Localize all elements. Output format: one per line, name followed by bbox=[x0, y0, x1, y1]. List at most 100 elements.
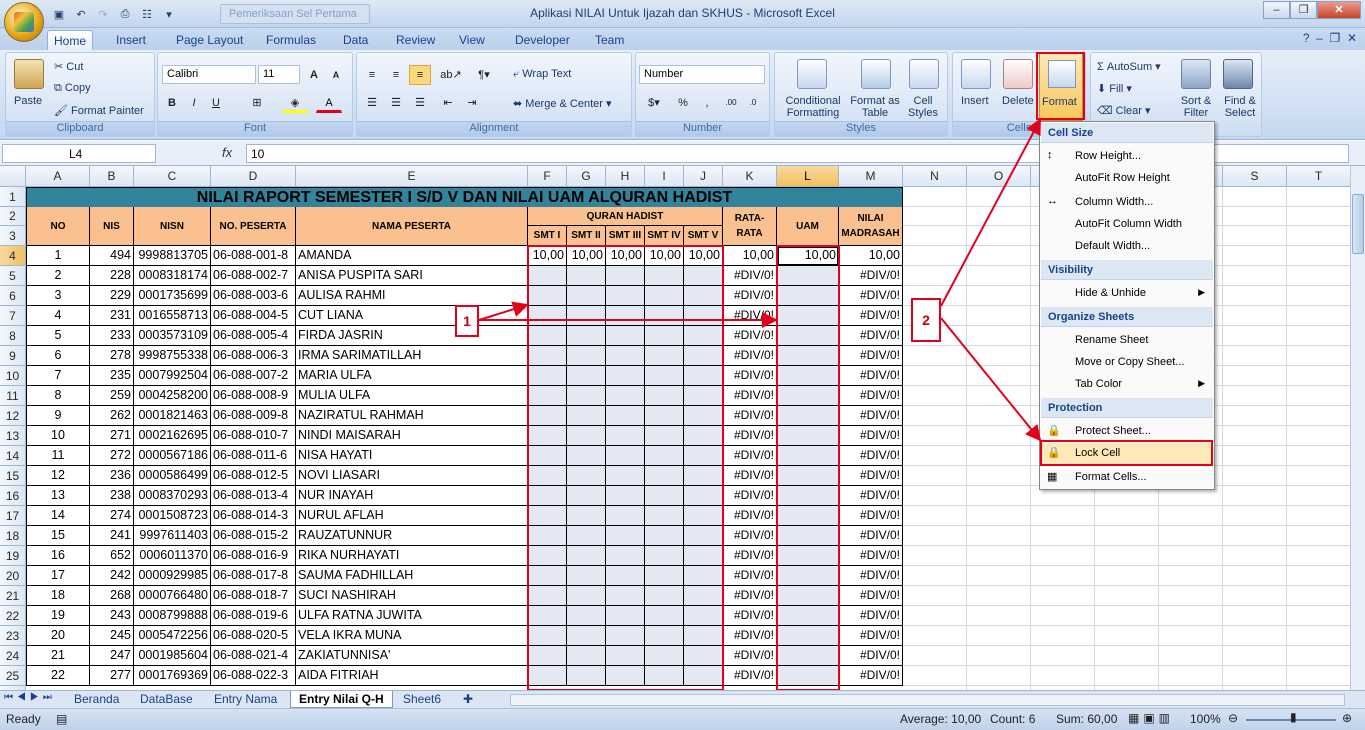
table-cell[interactable]: RAUZATUNNUR bbox=[296, 526, 528, 546]
table-cell[interactable]: VELA IKRA MUNA bbox=[296, 626, 528, 646]
table-cell[interactable] bbox=[528, 306, 567, 326]
table-cell[interactable] bbox=[684, 646, 723, 666]
table-cell[interactable]: 19 bbox=[26, 606, 90, 626]
tab-review[interactable]: Review bbox=[390, 30, 441, 50]
grid-cell[interactable] bbox=[1223, 266, 1287, 286]
table-cell[interactable] bbox=[684, 606, 723, 626]
tab-team[interactable]: Team bbox=[589, 30, 630, 50]
grid-cell[interactable] bbox=[1223, 546, 1287, 566]
scroll-thumb[interactable] bbox=[1352, 194, 1364, 254]
grid-cell[interactable] bbox=[967, 207, 1031, 226]
decrease-decimal-icon[interactable]: .0 bbox=[742, 93, 764, 113]
grid-cell[interactable] bbox=[1287, 506, 1350, 526]
table-cell[interactable]: 0000567186 bbox=[134, 446, 211, 466]
table-cell[interactable]: 06-088-003-6 bbox=[211, 286, 296, 306]
table-cell[interactable]: #DIV/0! bbox=[723, 526, 777, 546]
table-cell[interactable]: #DIV/0! bbox=[723, 406, 777, 426]
copy-button[interactable]: ⧉ Copy bbox=[54, 82, 91, 95]
insert-sheet-icon[interactable]: ✚ bbox=[455, 691, 481, 708]
table-cell[interactable] bbox=[777, 586, 839, 606]
table-cell[interactable] bbox=[645, 606, 684, 626]
table-cell[interactable]: 21 bbox=[26, 646, 90, 666]
table-cell[interactable] bbox=[567, 426, 606, 446]
grid-cell[interactable] bbox=[903, 246, 967, 266]
table-cell[interactable] bbox=[567, 566, 606, 586]
grid-cell[interactable] bbox=[967, 226, 1031, 246]
grid-cell[interactable] bbox=[1287, 426, 1350, 446]
table-cell[interactable]: NUR INAYAH bbox=[296, 486, 528, 506]
table-cell[interactable] bbox=[528, 546, 567, 566]
table-cell[interactable] bbox=[606, 386, 645, 406]
grid-cell[interactable] bbox=[967, 366, 1031, 386]
insert-cells-button[interactable]: Insert bbox=[961, 95, 989, 107]
table-cell[interactable]: 4 bbox=[26, 306, 90, 326]
tab-data[interactable]: Data bbox=[337, 30, 374, 50]
grid-cell[interactable] bbox=[1159, 626, 1223, 646]
grid-cell[interactable] bbox=[1223, 646, 1287, 666]
row-header[interactable]: 12 bbox=[0, 406, 26, 426]
table-cell[interactable] bbox=[777, 606, 839, 626]
table-cell[interactable]: #DIV/0! bbox=[839, 286, 903, 306]
grid-cell[interactable] bbox=[967, 546, 1031, 566]
table-cell[interactable]: 241 bbox=[90, 526, 134, 546]
table-cell[interactable]: 277 bbox=[90, 666, 134, 686]
table-cell[interactable] bbox=[606, 486, 645, 506]
table-cell[interactable]: 06-088-016-9 bbox=[211, 546, 296, 566]
grid-cell[interactable] bbox=[1223, 506, 1287, 526]
table-cell[interactable] bbox=[684, 506, 723, 526]
table-cell[interactable] bbox=[684, 446, 723, 466]
table-cell[interactable] bbox=[684, 626, 723, 646]
table-cell[interactable]: 0001769369 bbox=[134, 666, 211, 686]
table-cell[interactable] bbox=[684, 666, 723, 686]
grid-cell[interactable] bbox=[1287, 306, 1350, 326]
document-tab[interactable]: Pemeriksaan Sel Pertama bbox=[220, 4, 370, 24]
table-cell[interactable] bbox=[567, 306, 606, 326]
table-cell[interactable]: NAZIRATUL RAHMAH bbox=[296, 406, 528, 426]
table-cell[interactable]: 268 bbox=[90, 586, 134, 606]
table-cell[interactable] bbox=[528, 406, 567, 426]
table-cell[interactable]: #DIV/0! bbox=[723, 546, 777, 566]
table-cell[interactable]: 5 bbox=[26, 326, 90, 346]
grid-cell[interactable] bbox=[903, 266, 967, 286]
table-cell[interactable]: 652 bbox=[90, 546, 134, 566]
table-cell[interactable] bbox=[684, 466, 723, 486]
table-cell[interactable] bbox=[645, 546, 684, 566]
zoom-out-icon[interactable]: ⊖ bbox=[1228, 711, 1238, 725]
table-cell[interactable]: MARIA ULFA bbox=[296, 366, 528, 386]
table-cell[interactable]: 18 bbox=[26, 586, 90, 606]
help-icon[interactable]: ? – ❐ ✕ bbox=[1303, 31, 1357, 45]
grid-cell[interactable] bbox=[1095, 626, 1159, 646]
table-cell[interactable] bbox=[528, 646, 567, 666]
fill-button[interactable]: ⬇ Fill ▾ bbox=[1097, 82, 1132, 95]
increase-indent-icon[interactable]: ⇥ bbox=[461, 93, 483, 113]
table-cell[interactable]: #DIV/0! bbox=[839, 626, 903, 646]
column-header[interactable]: I bbox=[645, 166, 684, 187]
table-cell[interactable] bbox=[777, 406, 839, 426]
table-cell[interactable] bbox=[567, 666, 606, 686]
grid-cell[interactable] bbox=[967, 506, 1031, 526]
grid-cell[interactable] bbox=[1159, 546, 1223, 566]
table-cell[interactable]: 0001985604 bbox=[134, 646, 211, 666]
grid-cell[interactable] bbox=[903, 187, 967, 207]
table-cell[interactable]: #DIV/0! bbox=[723, 506, 777, 526]
row-header[interactable]: 18 bbox=[0, 526, 26, 546]
table-cell[interactable] bbox=[528, 586, 567, 606]
table-cell[interactable]: 272 bbox=[90, 446, 134, 466]
grid-cell[interactable] bbox=[967, 666, 1031, 686]
table-cell[interactable]: 10,00 bbox=[567, 246, 606, 266]
grid-cell[interactable] bbox=[1031, 526, 1095, 546]
table-cell[interactable] bbox=[567, 506, 606, 526]
table-cell[interactable] bbox=[606, 626, 645, 646]
column-header[interactable]: D bbox=[211, 166, 296, 187]
column-header[interactable]: J bbox=[684, 166, 723, 187]
table-cell[interactable]: 236 bbox=[90, 466, 134, 486]
grid-cell[interactable] bbox=[1287, 266, 1350, 286]
row-header[interactable]: 8 bbox=[0, 326, 26, 346]
column-header[interactable]: L bbox=[777, 166, 839, 187]
table-cell[interactable]: 8 bbox=[26, 386, 90, 406]
table-cell[interactable]: 0001735699 bbox=[134, 286, 211, 306]
grid-cell[interactable] bbox=[903, 666, 967, 686]
table-cell[interactable]: 17 bbox=[26, 566, 90, 586]
table-cell[interactable]: 0005472256 bbox=[134, 626, 211, 646]
table-cell[interactable]: 20 bbox=[26, 626, 90, 646]
